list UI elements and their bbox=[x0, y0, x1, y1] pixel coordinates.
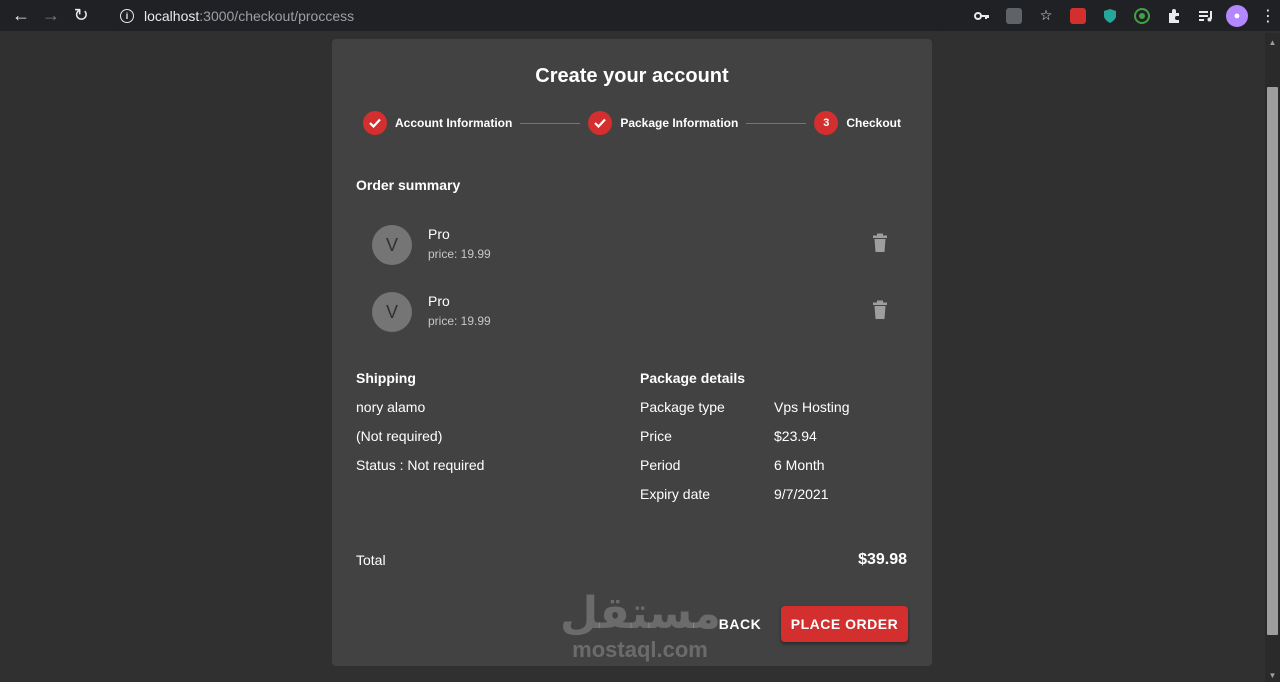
media-queue-icon[interactable] bbox=[1190, 0, 1222, 31]
step-connector bbox=[746, 122, 807, 124]
package-details-title: Package details bbox=[640, 370, 746, 386]
place-order-button[interactable]: PLACE ORDER bbox=[781, 606, 908, 642]
translate-icon[interactable] bbox=[998, 0, 1030, 31]
profile-avatar[interactable]: ● bbox=[1226, 4, 1248, 27]
step-label: Checkout bbox=[846, 116, 902, 130]
avatar: V bbox=[372, 225, 412, 265]
watermark-arabic: مستقل bbox=[560, 588, 721, 639]
list-item: V Pro price: 19.99 bbox=[356, 211, 908, 278]
extension-red-icon[interactable] bbox=[1062, 0, 1094, 31]
package-details-section: Package details Package type Vps Hosting… bbox=[640, 371, 910, 516]
total-value: $39.98 bbox=[858, 551, 907, 568]
stepper: Account Information Package Information … bbox=[363, 111, 901, 135]
item-name: Pro bbox=[428, 293, 450, 309]
order-summary-title: Order summary bbox=[356, 177, 461, 193]
step-account-information: Account Information bbox=[363, 111, 512, 135]
avatar: V bbox=[372, 292, 412, 332]
shipping-title: Shipping bbox=[356, 370, 416, 386]
shipping-name: nory alamo bbox=[356, 399, 426, 415]
address-bar[interactable]: i localhost:3000/checkout/proccess bbox=[108, 3, 948, 28]
forward-arrow-icon[interactable]: → bbox=[36, 1, 66, 31]
url-host: localhost bbox=[144, 7, 200, 24]
detail-row: Expiry date 9/7/2021 bbox=[640, 487, 910, 516]
total-label: Total bbox=[356, 552, 386, 568]
checkout-card: Create your account Account Information … bbox=[332, 39, 932, 666]
extension-shield-icon[interactable] bbox=[1094, 0, 1126, 31]
step-connector bbox=[520, 122, 581, 124]
shipping-note: (Not required) bbox=[356, 428, 443, 444]
trash-icon[interactable] bbox=[872, 300, 888, 320]
scroll-down-arrow-icon[interactable]: ▼ bbox=[1265, 668, 1280, 682]
bookmark-star-icon[interactable]: ☆ bbox=[1030, 0, 1062, 31]
detail-value: 9/7/2021 bbox=[774, 486, 829, 502]
watermark-latin: mostaql.com bbox=[572, 637, 708, 662]
browser-toolbar: ← → ↻ i localhost:3000/checkout/proccess… bbox=[0, 0, 1280, 31]
step-label: Package Information bbox=[620, 116, 739, 130]
step-package-information: Package Information bbox=[588, 111, 738, 135]
extension-target-icon[interactable] bbox=[1126, 0, 1158, 31]
detail-value: $23.94 bbox=[774, 428, 817, 444]
detail-value: 6 Month bbox=[774, 457, 825, 473]
site-info-icon[interactable]: i bbox=[120, 8, 134, 23]
detail-value: Vps Hosting bbox=[774, 399, 850, 415]
detail-row: Price $23.94 bbox=[640, 429, 910, 458]
check-icon bbox=[588, 111, 613, 135]
extensions-puzzle-icon[interactable] bbox=[1158, 0, 1190, 31]
item-name: Pro bbox=[428, 226, 450, 242]
browser-menu-icon[interactable]: ⋮ bbox=[1256, 0, 1280, 31]
scrollbar-thumb[interactable] bbox=[1267, 87, 1278, 635]
url-path: :3000/checkout/proccess bbox=[199, 7, 355, 24]
detail-row: Period 6 Month bbox=[640, 458, 910, 487]
detail-label: Period bbox=[640, 457, 681, 473]
shipping-section: Shipping nory alamo (Not required) Statu… bbox=[356, 371, 626, 487]
detail-row: Package type Vps Hosting bbox=[640, 400, 910, 429]
reload-icon[interactable]: ↻ bbox=[66, 1, 96, 31]
scroll-up-arrow-icon[interactable]: ▲ bbox=[1265, 35, 1280, 49]
trash-icon[interactable] bbox=[872, 233, 888, 253]
item-price: price: 19.99 bbox=[428, 314, 491, 328]
detail-label: Expiry date bbox=[640, 486, 711, 502]
detail-label: Price bbox=[640, 428, 672, 444]
step-label: Account Information bbox=[395, 116, 513, 130]
key-icon[interactable] bbox=[966, 0, 998, 31]
check-icon bbox=[363, 111, 387, 135]
list-item: V Pro price: 19.99 bbox=[356, 278, 908, 345]
step-checkout: 3 Checkout bbox=[814, 111, 901, 135]
page-title: Create your account bbox=[535, 65, 729, 87]
shipping-status: Status : Not required bbox=[356, 457, 485, 473]
back-arrow-icon[interactable]: ← bbox=[6, 1, 36, 31]
detail-label: Package type bbox=[640, 399, 725, 415]
watermark-logo: مستقل mostaql.com bbox=[560, 588, 721, 670]
step-number: 3 bbox=[814, 111, 839, 135]
item-price: price: 19.99 bbox=[428, 247, 491, 261]
